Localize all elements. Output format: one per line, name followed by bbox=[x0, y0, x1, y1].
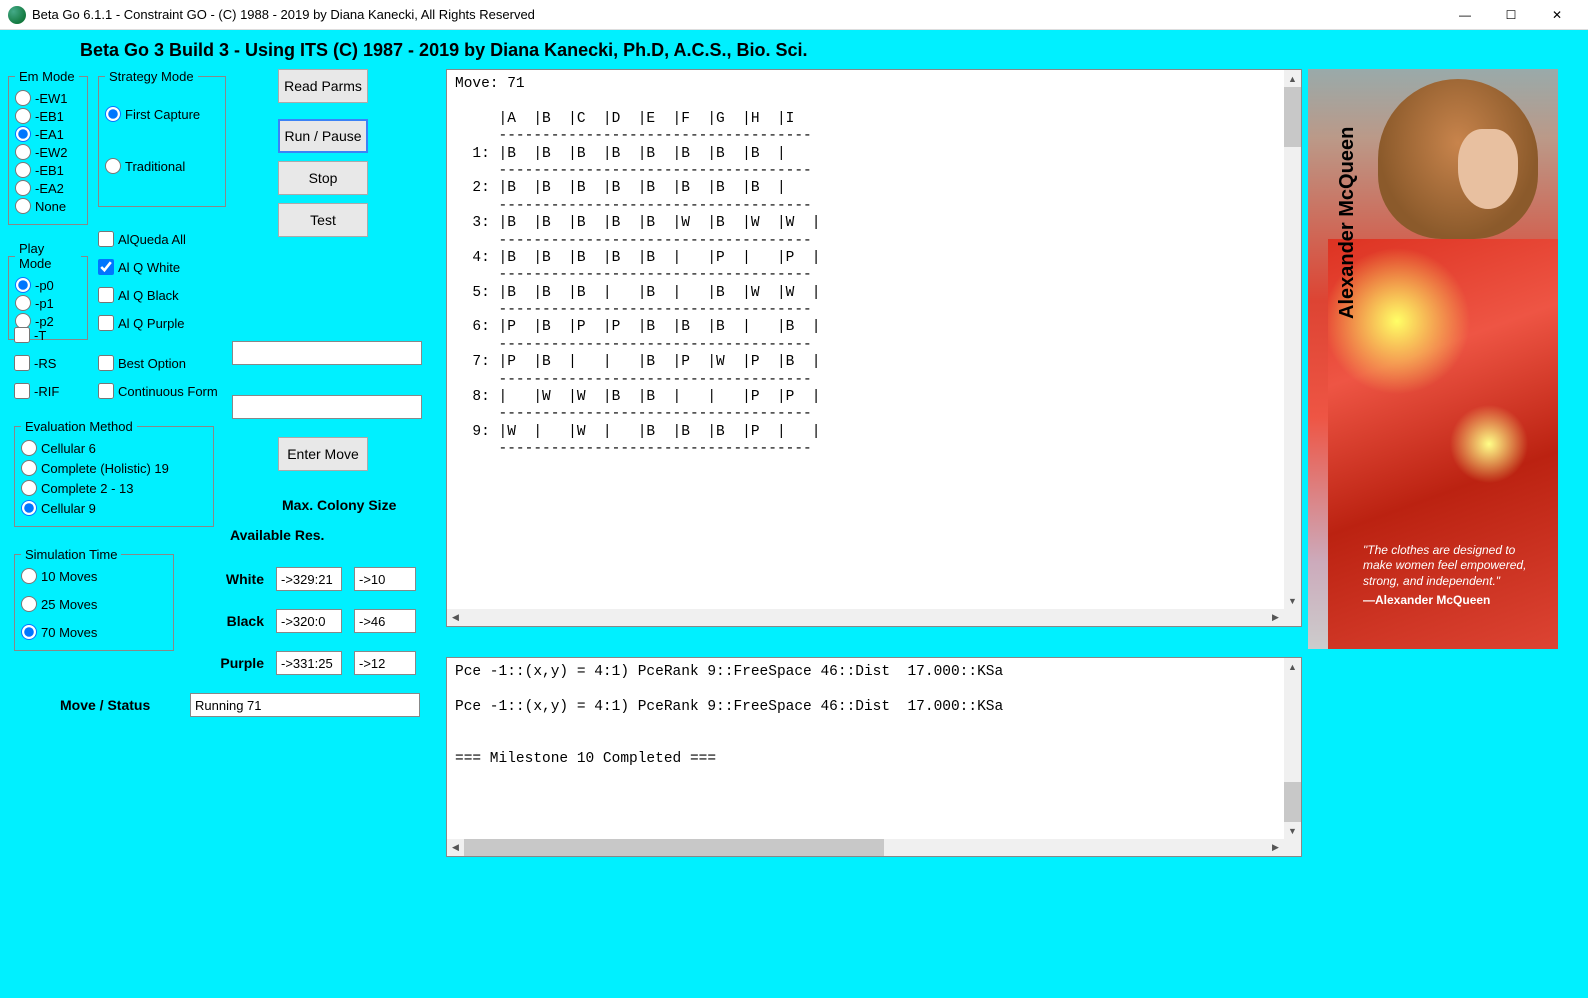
alqueda-all-check[interactable]: AlQueda All bbox=[98, 231, 238, 247]
alq-black-check[interactable]: Al Q Black bbox=[98, 287, 238, 303]
sim-time-10-moves[interactable]: 10 Moves bbox=[21, 568, 167, 584]
em-mode--ea1[interactable]: -EA1 bbox=[15, 126, 81, 142]
scroll-up-icon[interactable]: ▲ bbox=[1284, 658, 1301, 675]
em-mode--eb1[interactable]: -EB1 bbox=[15, 108, 81, 124]
black-label: Black bbox=[208, 613, 264, 629]
image-quote: "The clothes are designed to make women … bbox=[1363, 543, 1548, 609]
enter-move-button[interactable]: Enter Move bbox=[278, 437, 368, 471]
log-scrollbar-h[interactable]: ◀ ▶ bbox=[447, 839, 1284, 856]
white-res-b[interactable] bbox=[354, 567, 416, 591]
available-res-label: Available Res. bbox=[230, 527, 324, 543]
em-mode--ea2[interactable]: -EA2 bbox=[15, 180, 81, 196]
log-scroll-thumb[interactable] bbox=[1284, 782, 1301, 822]
log-scroll-thumb-h[interactable] bbox=[464, 839, 884, 856]
continuous-form-check[interactable]: Continuous Form bbox=[98, 383, 238, 399]
board-scroll-thumb[interactable] bbox=[1284, 87, 1301, 147]
app-header: Beta Go 3 Build 3 - Using ITS (C) 1987 -… bbox=[0, 30, 1588, 69]
strategy-traditional[interactable]: Traditional bbox=[105, 158, 219, 174]
window-titlebar: Beta Go 6.1.1 - Constraint GO - (C) 1988… bbox=[0, 0, 1588, 30]
scroll-corner bbox=[1284, 609, 1301, 626]
eval-method-cellular-9[interactable]: Cellular 9 bbox=[21, 500, 207, 516]
move-status-label: Move / Status bbox=[60, 697, 150, 713]
rif-check[interactable]: -RIF bbox=[14, 383, 94, 399]
text-input-2[interactable] bbox=[232, 395, 422, 419]
sim-time-25-moves[interactable]: 25 Moves bbox=[21, 596, 167, 612]
black-res-b[interactable] bbox=[354, 609, 416, 633]
scroll-down-icon[interactable]: ▼ bbox=[1284, 822, 1301, 839]
scroll-left-icon[interactable]: ◀ bbox=[447, 609, 464, 626]
image-brand-text: Alexander McQueen bbox=[1336, 127, 1359, 319]
text-input-1[interactable] bbox=[232, 341, 422, 365]
em-mode-none[interactable]: None bbox=[15, 198, 81, 214]
test-button[interactable]: Test bbox=[278, 203, 368, 237]
purple-res-a[interactable] bbox=[276, 651, 342, 675]
purple-label: Purple bbox=[208, 655, 264, 671]
white-label: White bbox=[208, 571, 264, 587]
em-mode--ew1[interactable]: -EW1 bbox=[15, 90, 81, 106]
board-text: Move: 71 |A |B |C |D |E |F |G |H |I ----… bbox=[447, 70, 1301, 465]
scroll-corner bbox=[1284, 839, 1301, 856]
purple-res-b[interactable] bbox=[354, 651, 416, 675]
image-quote-attr: —Alexander McQueen bbox=[1363, 593, 1548, 609]
scroll-up-icon[interactable]: ▲ bbox=[1284, 70, 1301, 87]
board-scrollbar-v[interactable]: ▲ ▼ bbox=[1284, 70, 1301, 609]
brand-image: Alexander McQueen "The clothes are desig… bbox=[1308, 69, 1558, 649]
eval-method-complete-holistic-19[interactable]: Complete (Holistic) 19 bbox=[21, 460, 207, 476]
play-mode--p1[interactable]: -p1 bbox=[15, 295, 81, 311]
play-mode-legend: Play Mode bbox=[15, 241, 81, 271]
board-panel: Move: 71 |A |B |C |D |E |F |G |H |I ----… bbox=[446, 69, 1302, 627]
image-face bbox=[1458, 129, 1518, 209]
stop-button[interactable]: Stop bbox=[278, 161, 368, 195]
t-check[interactable]: -T bbox=[14, 327, 94, 343]
best-option-check[interactable]: Best Option bbox=[98, 355, 238, 371]
max-colony-label: Max. Colony Size bbox=[282, 497, 396, 513]
close-button[interactable]: ✕ bbox=[1534, 0, 1580, 30]
window-title: Beta Go 6.1.1 - Constraint GO - (C) 1988… bbox=[32, 7, 1442, 22]
play-mode--p0[interactable]: -p0 bbox=[15, 277, 81, 293]
em-mode-group: Em Mode -EW1 -EB1 -EA1 -EW2 -EB1 -EA2 None bbox=[8, 69, 88, 225]
sim-time-legend: Simulation Time bbox=[21, 547, 121, 562]
eval-method-cellular-6[interactable]: Cellular 6 bbox=[21, 440, 207, 456]
log-scrollbar-v[interactable]: ▲ ▼ bbox=[1284, 658, 1301, 839]
scroll-right-icon[interactable]: ▶ bbox=[1267, 609, 1284, 626]
app-icon bbox=[8, 6, 26, 24]
image-quote-text: "The clothes are designed to make women … bbox=[1363, 543, 1548, 590]
log-text: Pce -1::(x,y) = 4:1) PceRank 9::FreeSpac… bbox=[447, 658, 1301, 774]
white-res-a[interactable] bbox=[276, 567, 342, 591]
strategy-first-capture[interactable]: First Capture bbox=[105, 106, 219, 122]
em-mode--eb1[interactable]: -EB1 bbox=[15, 162, 81, 178]
eval-method-group: Evaluation Method Cellular 6 Complete (Ho… bbox=[14, 419, 214, 527]
strategy-mode-legend: Strategy Mode bbox=[105, 69, 198, 84]
minimize-button[interactable]: — bbox=[1442, 0, 1488, 30]
alq-purple-check[interactable]: Al Q Purple bbox=[98, 315, 238, 331]
log-panel: Pce -1::(x,y) = 4:1) PceRank 9::FreeSpac… bbox=[446, 657, 1302, 857]
scroll-down-icon[interactable]: ▼ bbox=[1284, 592, 1301, 609]
read-parms-button[interactable]: Read Parms bbox=[278, 69, 368, 103]
eval-method-legend: Evaluation Method bbox=[21, 419, 137, 434]
rs-check[interactable]: -RS bbox=[14, 355, 94, 371]
em-mode-legend: Em Mode bbox=[15, 69, 79, 84]
scroll-right-icon[interactable]: ▶ bbox=[1267, 839, 1284, 856]
sim-time-70-moves[interactable]: 70 Moves bbox=[21, 624, 167, 640]
strategy-mode-group: Strategy Mode First Capture Traditional bbox=[98, 69, 226, 207]
black-res-a[interactable] bbox=[276, 609, 342, 633]
board-scrollbar-h[interactable]: ◀ ▶ bbox=[447, 609, 1284, 626]
alq-white-check[interactable]: Al Q White bbox=[98, 259, 238, 275]
scroll-left-icon[interactable]: ◀ bbox=[447, 839, 464, 856]
maximize-button[interactable]: ☐ bbox=[1488, 0, 1534, 30]
status-field[interactable] bbox=[190, 693, 420, 717]
run-pause-button[interactable]: Run / Pause bbox=[278, 119, 368, 153]
em-mode--ew2[interactable]: -EW2 bbox=[15, 144, 81, 160]
eval-method-complete-2-13[interactable]: Complete 2 - 13 bbox=[21, 480, 207, 496]
sim-time-group: Simulation Time 10 Moves 25 Moves 70 Moves bbox=[14, 547, 174, 651]
